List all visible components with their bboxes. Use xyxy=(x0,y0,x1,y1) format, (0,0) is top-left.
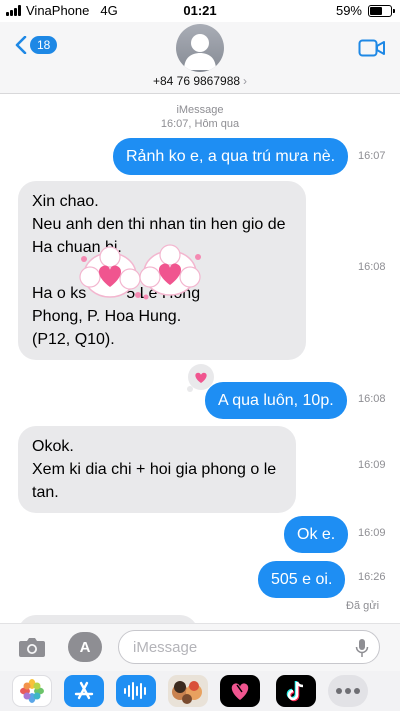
incoming-message[interactable]: Okok. Xem ki dia chi + hoi gia phong o l… xyxy=(18,426,296,513)
photos-icon[interactable] xyxy=(12,675,52,707)
chevron-left-icon xyxy=(15,36,27,54)
facetime-video-icon[interactable] xyxy=(358,38,386,58)
heart-cloud-sticker xyxy=(79,244,201,300)
message-line: Neu anh den thi nhan tin hen gio de xyxy=(32,216,286,233)
thread-meta: iMessage 16:07, Hôm qua xyxy=(0,103,400,131)
person-icon xyxy=(184,34,216,70)
message-line: Phong, P. Hoa Hung. xyxy=(32,308,182,325)
battery-percent: 59% xyxy=(335,3,362,18)
compose-bar: A iMessage xyxy=(0,623,400,671)
outgoing-message[interactable]: A qua luôn, 10p. xyxy=(205,382,347,419)
battery-icon xyxy=(368,4,395,17)
ellipsis-icon xyxy=(336,688,360,694)
battery-fill xyxy=(370,6,382,15)
message-time: 16:26 xyxy=(358,571,386,583)
message-time: 16:08 xyxy=(358,261,386,273)
outgoing-message[interactable]: Rảnh ko e, a qua trú mưa nè. xyxy=(113,138,349,175)
thread-date: 16:07, Hôm qua xyxy=(160,118,240,130)
digital-touch-icon[interactable] xyxy=(220,675,260,707)
outgoing-message[interactable]: 505 e oi. xyxy=(258,561,346,598)
message-text: Rảnh ko e, a qua trú mưa nè. xyxy=(126,148,336,165)
photos-flower xyxy=(20,679,44,703)
memoji-faces xyxy=(172,681,202,704)
delivered-status: Đã gửi xyxy=(346,600,380,612)
message-text: A qua luôn, 10p. xyxy=(218,392,334,409)
contact-avatar[interactable] xyxy=(176,24,224,72)
message-time: 16:08 xyxy=(358,393,386,405)
message-time: 16:09 xyxy=(358,459,386,471)
app-drawer xyxy=(0,671,400,711)
more-icon[interactable] xyxy=(328,675,368,707)
app-store-button[interactable]: A xyxy=(68,632,102,662)
message-line: Okok. xyxy=(32,438,74,455)
message-time: 16:07 xyxy=(358,150,386,162)
status-bar: VinaPhone 4G 01:21 59% xyxy=(0,0,400,22)
camera-icon[interactable] xyxy=(18,635,46,659)
message-text: 505 e oi. xyxy=(271,571,333,588)
chevron-right-icon: › xyxy=(243,74,248,88)
conversation-header: 18 +84 76 9867988 › xyxy=(0,22,400,94)
service-label: iMessage xyxy=(176,104,224,116)
app-store-icon: A xyxy=(79,638,91,656)
message-text: Ok e. xyxy=(297,526,336,543)
message-line: Xem ki dia chi + hoi gia phong o le xyxy=(32,461,277,478)
message-thread[interactable]: iMessage 16:07, Hôm qua Rảnh ko e, a qua… xyxy=(0,95,400,635)
contact-number: +84 76 9867988 xyxy=(152,74,241,88)
app-store-icon[interactable] xyxy=(64,675,104,707)
message-input[interactable]: iMessage xyxy=(118,630,380,664)
back-button[interactable]: 18 xyxy=(14,36,58,54)
contact-name[interactable]: +84 76 9867988 › xyxy=(0,74,400,88)
message-line: tan. xyxy=(32,484,59,501)
waveform-icon xyxy=(124,682,146,700)
outgoing-message[interactable]: Ok e. xyxy=(284,516,349,553)
tiktok-note xyxy=(286,681,304,702)
message-line: (P12, Q10). xyxy=(32,331,115,348)
message-input-placeholder: iMessage xyxy=(133,639,198,656)
tiktok-icon[interactable] xyxy=(276,675,316,707)
message-line: Xin chao. xyxy=(32,193,99,210)
heart-icon xyxy=(231,683,249,700)
unread-count-badge: 18 xyxy=(30,36,58,54)
microphone-icon[interactable] xyxy=(355,638,369,658)
app-store-glyph xyxy=(74,681,94,700)
memoji-icon[interactable] xyxy=(168,675,208,707)
message-time: 16:09 xyxy=(358,527,386,539)
status-right: 59% xyxy=(335,3,395,18)
audio-message-icon[interactable] xyxy=(116,675,156,707)
